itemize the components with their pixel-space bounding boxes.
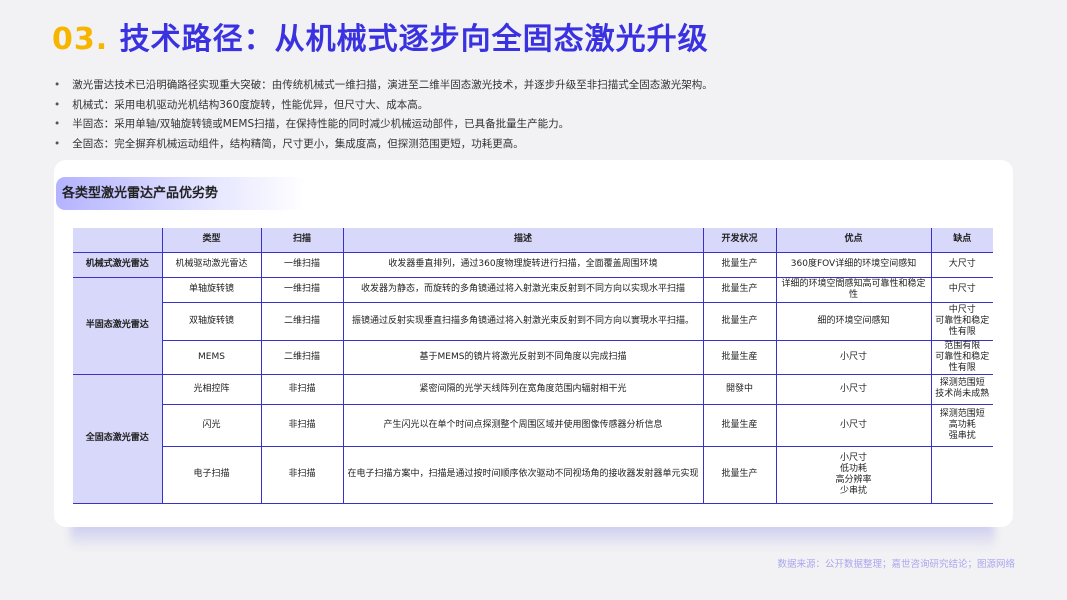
table-cell: 中尺寸 (930, 276, 993, 303)
table-cell: 基于MEMS的镜片将激光反射到不同角度以完成扫描 (342, 339, 704, 375)
section-title: 各类型激光雷达产品优劣势 (56, 177, 306, 210)
table-cell: 闪光 (161, 403, 262, 447)
bullet-item: 全固态：完全摒弃机械运动组件，结构精简，尺寸更小，集成度高，但探测范围更短，功耗… (54, 135, 713, 155)
table-row: 半固态激光雷达 单轴旋转镜 一维扫描 收发器为静态，而旋转的多角镜通过将入射激光束反射… (73, 276, 993, 375)
table-cell: 收发器垂直排列，通过360度物理旋转进行扫描，全面覆盖周围环境 (342, 251, 704, 278)
table-cell: 批量生産 (702, 339, 777, 375)
table-cell: 二维扫描 (260, 339, 344, 375)
table-cell: 非扫描 (260, 445, 344, 504)
table-cell: 開發中 (702, 373, 777, 405)
table-cell: 小尺寸 (775, 339, 932, 375)
table-cell: 在电子扫描方案中，扫描是通过按时间顺序依次驱动不同视场角的接收器发射器单元实现 (342, 445, 704, 504)
column-header (73, 228, 163, 253)
table-cell: 机械驱动激光雷达 (161, 251, 262, 278)
table-cell: 大尺寸 (930, 251, 993, 278)
table-cell: 探测范围短 高功耗 强串扰 (930, 403, 993, 447)
table-cell: 批量生产 (702, 276, 777, 303)
column-header: 描述 (342, 228, 704, 253)
bullet-item: 激光雷达技术已沿明确路径实现重大突破：由传统机械式一维扫描，演进至二维半固态激光… (54, 76, 713, 96)
table-cell: 产生闪光以在单个时间点探测整个周围区域并使用图像传感器分析信息 (342, 403, 704, 447)
table-cell: 详细的环境空間感知高可靠性和稳定性 (775, 276, 932, 303)
table-cell: 小尺寸 低功耗 高分辨率 少串扰 (775, 445, 932, 504)
table-cell: 中尺寸 可靠性和稳定性有限 (930, 301, 993, 341)
table-cell: 一维扫描 (260, 276, 344, 303)
title-text: 技术路径：从机械式逐步向全固态激光升级 (119, 22, 709, 57)
table-cell: 批量生产 (702, 445, 777, 504)
table-cell: 批量生产 (702, 301, 777, 341)
table-row: 双轴旋转镜 二维扫描 振镜通过反射实现垂直扫描多角镜通过将入射激光束反射到不同方向以… (73, 301, 993, 341)
table-cell: 单轴旋转镜 (161, 276, 262, 303)
lidar-comparison-table: 类型 扫描 描述 开发状况 优点 缺点 机械式激光雷达 机械驱动激光雷达 一维扫描 收发器垂直排… (73, 228, 993, 504)
table-cell: 非扫描 (260, 373, 344, 405)
table-cell: 振镜通过反射实现垂直扫描多角镜通过将入射激光束反射到不同方向以實現水平扫描。 (342, 301, 704, 341)
group-cell: 半固态激光雷达 (73, 276, 163, 375)
table-cell: 非扫描 (260, 403, 344, 447)
column-header: 缺点 (930, 228, 993, 253)
table-cell: 电子扫描 (161, 445, 262, 504)
table-row: 电子扫描 非扫描 在电子扫描方案中，扫描是通过按时间顺序依次驱动不同视场角的接收器发… (73, 445, 993, 504)
table-cell: 二维扫描 (260, 301, 344, 341)
table-cell: 小尺寸 (775, 403, 932, 447)
page-title: 03. 技术路径：从机械式逐步向全固态激光升级 (52, 14, 709, 58)
column-header: 扫描 (260, 228, 344, 253)
table-cell: 小尺寸 (775, 373, 932, 405)
table-cell: 细的环境空间感知 (775, 301, 932, 341)
table-header-row: 类型 扫描 描述 开发状况 优点 缺点 (73, 228, 993, 253)
column-header: 优点 (775, 228, 932, 253)
table-cell: 光相控阵 (161, 373, 262, 405)
table-cell: 范围有限 可靠性和稳定性有限 (930, 339, 993, 375)
table-row: MEMS 二维扫描 基于MEMS的镜片将激光反射到不同角度以完成扫描 批量生産 小尺寸范… (73, 339, 993, 375)
table-cell (930, 445, 993, 504)
table-cell: MEMS (161, 339, 262, 375)
table-cell: 探测范围短 技术尚未成熟 (930, 373, 993, 405)
table-row: 闪光 非扫描 产生闪光以在单个时间点探测整个周围区域并使用图像传感器分析信息 批量生産… (73, 403, 993, 447)
table-cell: 360度FOV详细的环境空间感知 (775, 251, 932, 278)
group-cell: 机械式激光雷达 (73, 251, 163, 278)
section-number: 03. (52, 22, 109, 57)
table-cell: 批量生产 (702, 251, 777, 278)
table-row: 机械式激光雷达 机械驱动激光雷达 一维扫描 收发器垂直排列，通过360度物理旋转进行扫… (73, 251, 993, 278)
bullet-item: 机械式：采用电机驱动光机结构360度旋转，性能优异，但尺寸大、成本高。 (54, 96, 713, 116)
data-source: 数据来源：公开数据整理；嘉世咨询研究结论；图源网络 (777, 559, 1015, 570)
column-header: 开发状况 (702, 228, 777, 253)
bullet-list: 激光雷达技术已沿明确路径实现重大突破：由传统机械式一维扫描，演进至二维半固态激光… (54, 76, 713, 154)
group-cell: 全固态激光雷达 (73, 373, 163, 504)
table-row: 全固态激光雷达 光相控阵 非扫描 紧密间隔的光学天线阵列在宽角度范围内辐射相干光 開發中… (73, 373, 993, 504)
table-cell: 一维扫描 (260, 251, 344, 278)
table-cell: 紧密间隔的光学天线阵列在宽角度范围内辐射相干光 (342, 373, 704, 405)
table-cell: 收发器为静态，而旋转的多角镜通过将入射激光束反射到不同方向以实现水平扫描 (342, 276, 704, 303)
table-cell: 批量生産 (702, 403, 777, 447)
bullet-item: 半固态：采用单轴/双轴旋转镜或MEMS扫描，在保持性能的同时减少机械运动部件，已… (54, 115, 713, 135)
column-header: 类型 (161, 228, 262, 253)
table-cell: 双轴旋转镜 (161, 301, 262, 341)
